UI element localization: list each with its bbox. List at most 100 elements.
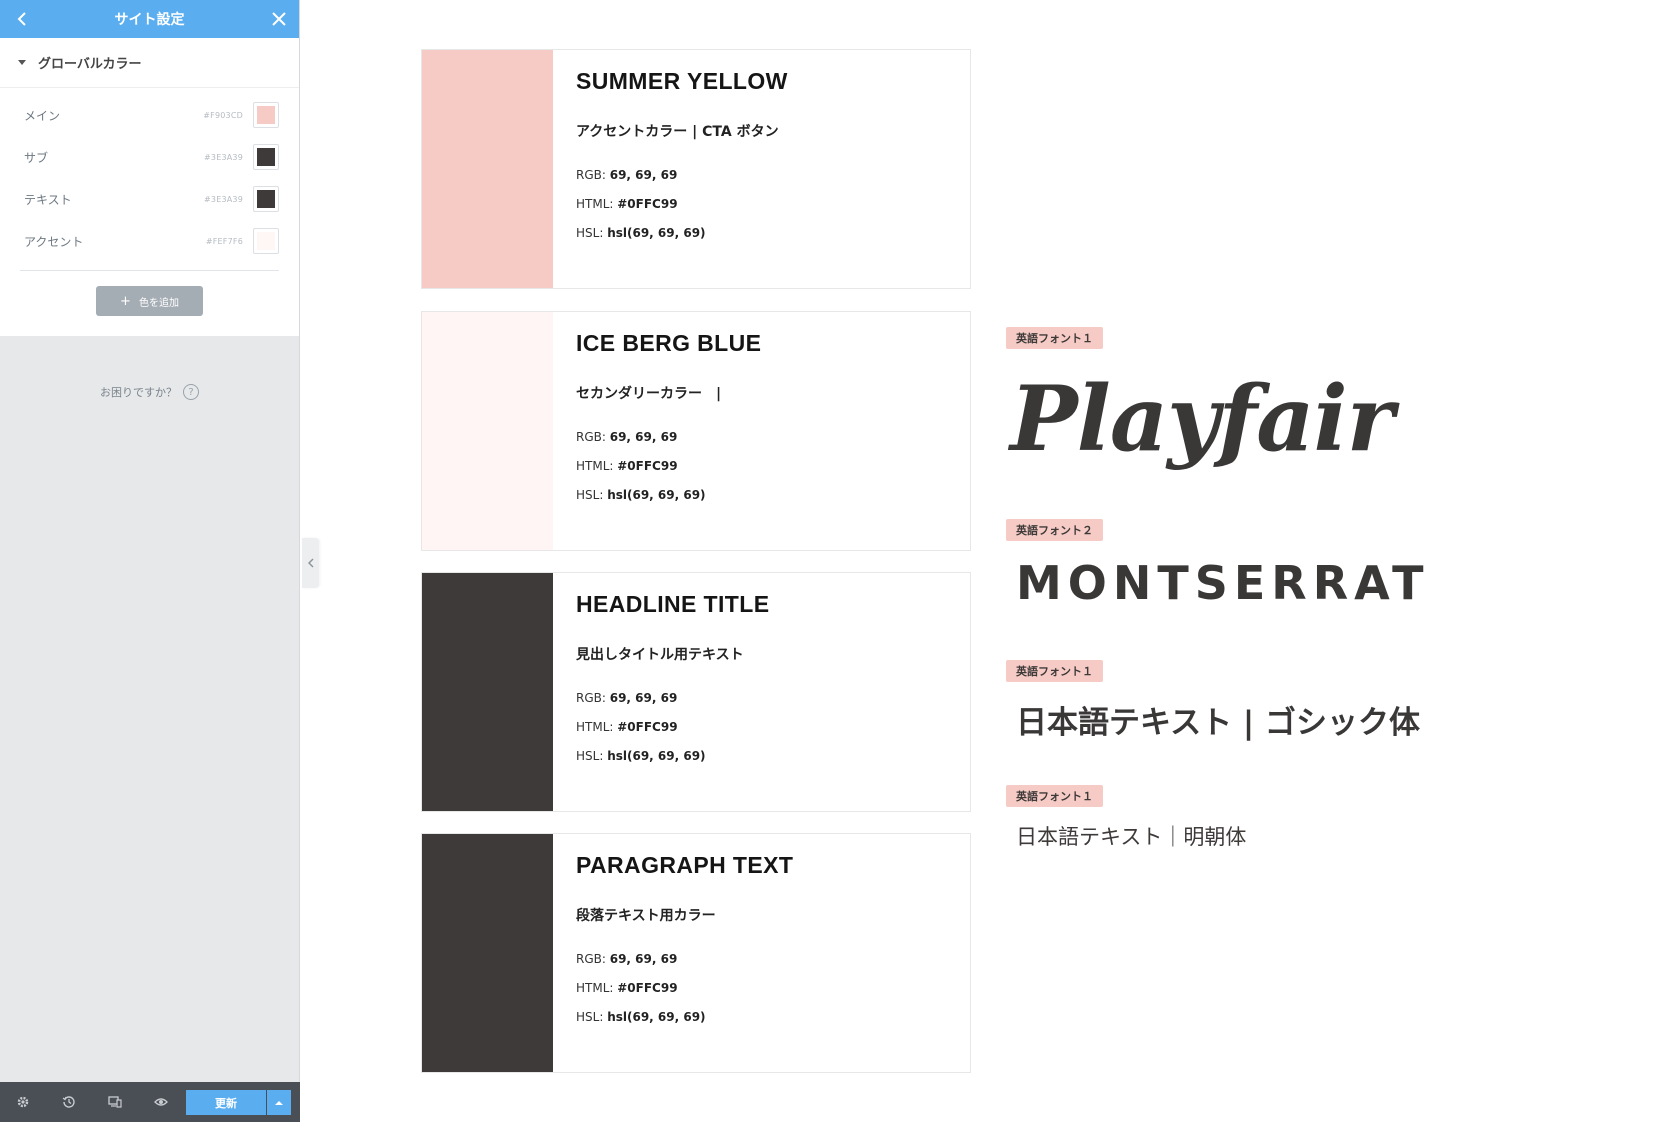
update-options-caret-icon[interactable] bbox=[267, 1090, 291, 1115]
color-card-subtitle: 見出しタイトル用テキスト bbox=[576, 647, 744, 663]
update-button[interactable]: 更新 bbox=[186, 1090, 266, 1115]
color-card-subtitle: アクセントカラー | CTA ボタン bbox=[576, 124, 779, 140]
help-link[interactable]: お困りですか？ ? bbox=[0, 384, 299, 400]
rgb-label: RGB: bbox=[576, 168, 610, 182]
collapse-sidebar-handle[interactable] bbox=[302, 538, 319, 588]
rgb-value-row: RGB: 69, 69, 69 bbox=[576, 168, 788, 197]
color-swatch-button[interactable] bbox=[253, 102, 279, 128]
color-card: HEADLINE TITLE 見出しタイトル用テキスト RGB: 69, 69,… bbox=[421, 572, 971, 812]
html-label: HTML: bbox=[576, 981, 618, 995]
color-card-values: RGB: 69, 69, 69 HTML: #0FFC99 HSL: hsl(6… bbox=[576, 691, 769, 778]
color-name: メイン bbox=[24, 108, 61, 123]
color-card-swatch bbox=[422, 834, 553, 1072]
hsl-value-row: HSL: hsl(69, 69, 69) bbox=[576, 1010, 793, 1039]
rgb-value: 69, 69, 69 bbox=[609, 168, 678, 182]
site-settings-sidebar: サイト設定 グローバルカラー メイン #F903CD サブ #3E3A39 テキ… bbox=[0, 0, 300, 1122]
color-hex: #3E3A39 bbox=[204, 152, 243, 162]
font-tag: 英語フォント２ bbox=[1006, 519, 1103, 541]
html-label: HTML: bbox=[576, 720, 618, 734]
color-card-swatch bbox=[422, 312, 553, 550]
responsive-mode-icon[interactable] bbox=[92, 1082, 138, 1122]
color-card-body: ICE BERG BLUE セカンダリーカラー | RGB: 69, 69, 6… bbox=[553, 312, 761, 550]
rgb-value-row: RGB: 69, 69, 69 bbox=[576, 952, 793, 981]
color-card-body: HEADLINE TITLE 見出しタイトル用テキスト RGB: 69, 69,… bbox=[553, 573, 769, 811]
swatch-fill bbox=[257, 190, 275, 208]
html-value-row: HTML: #0FFC99 bbox=[576, 981, 793, 1010]
rgb-label: RGB: bbox=[576, 691, 610, 705]
font-tag: 英語フォント１ bbox=[1006, 785, 1103, 807]
color-card-subtitle: セカンダリーカラー | bbox=[576, 386, 722, 402]
sidebar-title: サイト設定 bbox=[114, 12, 185, 28]
back-arrow-icon[interactable] bbox=[12, 9, 32, 29]
color-swatch-button[interactable] bbox=[253, 144, 279, 170]
rgb-value-row: RGB: 69, 69, 69 bbox=[576, 430, 761, 459]
hsl-value: hsl(69, 69, 69) bbox=[607, 226, 706, 240]
color-card-title: ICE BERG BLUE bbox=[576, 330, 762, 356]
question-icon[interactable]: ? bbox=[183, 384, 199, 400]
hsl-value: hsl(69, 69, 69) bbox=[607, 1010, 706, 1024]
html-label: HTML: bbox=[576, 197, 618, 211]
hsl-value-row: HSL: hsl(69, 69, 69) bbox=[576, 749, 769, 778]
sidebar-footer: 更新 bbox=[0, 1082, 300, 1122]
html-value-row: HTML: #0FFC99 bbox=[576, 459, 761, 488]
font-tag: 英語フォント１ bbox=[1006, 327, 1103, 349]
font-sample-gothic: 日本語テキスト | ゴシック体 bbox=[1016, 705, 1420, 741]
rgb-value-row: RGB: 69, 69, 69 bbox=[576, 691, 769, 720]
html-value: #0FFC99 bbox=[617, 459, 678, 473]
color-hex: #F903CD bbox=[203, 110, 243, 120]
font-tag: 英語フォント１ bbox=[1006, 660, 1103, 682]
section-title: グローバルカラー bbox=[38, 57, 142, 72]
font-sample-montserrat: MONTSERRAT bbox=[1016, 556, 1430, 610]
html-value: #0FFC99 bbox=[617, 720, 678, 734]
settings-gear-icon[interactable] bbox=[0, 1082, 46, 1122]
html-label: HTML: bbox=[576, 459, 618, 473]
hsl-value: hsl(69, 69, 69) bbox=[607, 749, 706, 763]
hsl-label: HSL: bbox=[576, 749, 608, 763]
color-name: アクセント bbox=[24, 234, 84, 249]
color-card-swatch bbox=[422, 50, 553, 288]
color-name: サブ bbox=[24, 150, 49, 165]
preview-eye-icon[interactable] bbox=[138, 1082, 184, 1122]
html-value-row: HTML: #0FFC99 bbox=[576, 197, 788, 226]
add-color-button[interactable]: + 色を追加 bbox=[96, 286, 203, 316]
help-text: お困りですか？ bbox=[100, 386, 177, 399]
hsl-label: HSL: bbox=[576, 226, 608, 240]
html-value-row: HTML: #0FFC99 bbox=[576, 720, 769, 749]
color-swatch-button[interactable] bbox=[253, 228, 279, 254]
add-color-label: 色を追加 bbox=[138, 297, 179, 309]
color-card-values: RGB: 69, 69, 69 HTML: #0FFC99 HSL: hsl(6… bbox=[576, 430, 761, 517]
font-sample-playfair: Playfair bbox=[1010, 366, 1394, 472]
hsl-value-row: HSL: hsl(69, 69, 69) bbox=[576, 488, 761, 517]
color-card-title: PARAGRAPH TEXT bbox=[576, 852, 794, 878]
rgb-value: 69, 69, 69 bbox=[609, 430, 678, 444]
global-colors-panel: グローバルカラー メイン #F903CD サブ #3E3A39 テキスト #3E… bbox=[0, 38, 299, 336]
history-icon[interactable] bbox=[46, 1082, 92, 1122]
color-card: PARAGRAPH TEXT 段落テキスト用カラー RGB: 69, 69, 6… bbox=[421, 833, 971, 1073]
swatch-fill bbox=[257, 106, 275, 124]
rgb-value: 69, 69, 69 bbox=[609, 952, 678, 966]
color-card-body: SUMMER YELLOW アクセントカラー | CTA ボタン RGB: 69… bbox=[553, 50, 788, 288]
color-card-title: HEADLINE TITLE bbox=[576, 591, 770, 617]
rgb-value: 69, 69, 69 bbox=[609, 691, 678, 705]
swatch-fill bbox=[257, 232, 275, 250]
color-hex: #FEF7F6 bbox=[205, 236, 243, 246]
html-value: #0FFC99 bbox=[617, 197, 678, 211]
global-colors-section-toggle[interactable]: グローバルカラー bbox=[0, 38, 299, 88]
color-card-subtitle: 段落テキスト用カラー bbox=[576, 908, 716, 924]
color-swatch-button[interactable] bbox=[253, 186, 279, 212]
sidebar-header: サイト設定 bbox=[0, 0, 299, 38]
close-icon[interactable] bbox=[269, 9, 289, 29]
rgb-label: RGB: bbox=[576, 430, 610, 444]
color-row-accent: アクセント #FEF7F6 bbox=[24, 220, 279, 262]
color-card: ICE BERG BLUE セカンダリーカラー | RGB: 69, 69, 6… bbox=[421, 311, 971, 551]
color-name: テキスト bbox=[24, 192, 72, 207]
color-card-swatch bbox=[422, 573, 553, 811]
hsl-label: HSL: bbox=[576, 488, 608, 502]
color-row-sub: サブ #3E3A39 bbox=[24, 136, 279, 178]
hsl-label: HSL: bbox=[576, 1010, 608, 1024]
color-card-title: SUMMER YELLOW bbox=[576, 68, 788, 94]
color-row-main: メイン #F903CD bbox=[24, 94, 279, 136]
hsl-value: hsl(69, 69, 69) bbox=[607, 488, 706, 502]
rgb-label: RGB: bbox=[576, 952, 610, 966]
html-value: #0FFC99 bbox=[617, 981, 678, 995]
